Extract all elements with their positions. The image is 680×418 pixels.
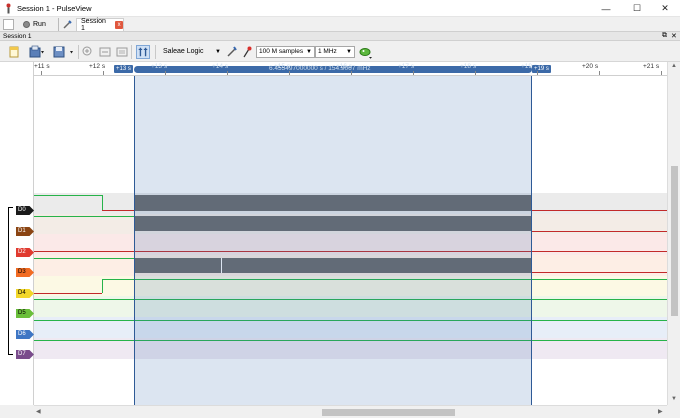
ruler-tick-label: +18 s: [460, 63, 477, 70]
signal-d4-edge: [102, 279, 103, 293]
new-view-icon[interactable]: [8, 45, 20, 59]
chevron-down-icon: ▼: [215, 49, 221, 55]
main-toolbar: Saleae Logic ▼ 100 M samples ▼ 1 MHz ▼: [0, 42, 680, 62]
samplerate-select[interactable]: 1 MHz ▼: [315, 46, 355, 58]
ruler-tick: [661, 71, 662, 75]
signal-d1-high: [34, 216, 134, 217]
channel-group-bracket: [8, 207, 13, 355]
signal-d3-high: [34, 258, 134, 259]
divider: [58, 18, 59, 31]
horizontal-scroll-thumb[interactable]: [322, 409, 455, 416]
device-label: Saleae Logic: [163, 48, 204, 55]
cursor-interval-text: 6.455497000000 s / 154.9067 mHz: [269, 65, 371, 72]
ruler-tick-label: +21 s: [643, 63, 660, 70]
ruler-tick: [41, 71, 42, 75]
toolbar-divider: [131, 45, 132, 59]
sample-count-select[interactable]: 100 M samples ▼: [256, 46, 315, 58]
signal-d0-high: [34, 195, 102, 196]
channel-label-d5[interactable]: D5: [16, 309, 34, 318]
ruler-tick: [351, 71, 352, 75]
session-settings-icon[interactable]: [62, 19, 73, 30]
toolbar-divider: [78, 45, 79, 59]
signal-d1-low: [532, 231, 667, 232]
toolbar-divider: [155, 45, 156, 59]
ruler-tick: [289, 71, 290, 75]
add-decoder-icon[interactable]: [359, 45, 373, 59]
channel-label-d7[interactable]: D7: [16, 350, 34, 359]
chevron-down-icon: ▼: [346, 49, 352, 55]
channel-label-d4[interactable]: D4: [16, 289, 34, 298]
sample-count-value: 100 M samples: [259, 48, 304, 55]
minimize-button[interactable]: —: [591, 0, 621, 17]
save-icon[interactable]: [52, 45, 76, 59]
ruler-tick: [537, 71, 538, 75]
float-dock-icon[interactable]: ⧉: [662, 32, 667, 40]
zoom-fit-icon[interactable]: [116, 45, 128, 59]
maximize-button[interactable]: ☐: [622, 0, 652, 17]
device-selector[interactable]: Saleae Logic ▼: [163, 46, 223, 58]
ruler-tick-label: +12 s: [89, 63, 106, 70]
channel-label-d2[interactable]: D2: [16, 248, 34, 257]
zoom-in-icon[interactable]: [82, 45, 94, 59]
ruler-tick-label: +17 s: [398, 63, 415, 70]
toggle-sidebar-button[interactable]: [3, 19, 14, 30]
ruler-tick-label: +14 s: [212, 63, 229, 70]
channel-label-d3[interactable]: D3: [16, 268, 34, 277]
session-dock-header: Session 1 ⧉ ✕: [0, 32, 680, 41]
window-title: Session 1 - PulseView: [17, 4, 92, 13]
ruler-tick-label: +11 s: [34, 63, 50, 70]
session-tab-label: Session 1: [81, 18, 106, 32]
ruler-tick-label: +20 s: [582, 63, 599, 70]
ruler-tick: [227, 71, 228, 75]
trace-viewport[interactable]: [34, 76, 667, 405]
scroll-up-icon[interactable]: ▲: [671, 63, 677, 69]
run-label: Run: [33, 21, 46, 28]
signal-d0-low: [102, 210, 134, 211]
close-dock-icon[interactable]: ✕: [671, 32, 677, 40]
cursor-icon[interactable]: [136, 45, 150, 59]
probe-config-icon[interactable]: [226, 45, 238, 59]
signal-d0-edge: [102, 195, 103, 210]
signal-d3-low: [532, 272, 667, 273]
chevron-down-icon: ▼: [306, 49, 312, 55]
open-icon[interactable]: [29, 45, 45, 59]
run-indicator-icon: [23, 21, 30, 28]
pulseview-logo-icon: [6, 3, 11, 14]
cursor-left-label[interactable]: +13 s: [114, 65, 133, 73]
time-ruler[interactable]: +11 s +12 s +13 s +14 s +15 s +16 s +17 …: [34, 62, 667, 76]
tab-session-1[interactable]: Session 1 x: [76, 18, 124, 32]
main-tab-strip: Run Session 1 x: [0, 17, 680, 32]
ruler-tick: [475, 71, 476, 75]
trigger-icon[interactable]: [241, 45, 253, 59]
vertical-scroll-thumb[interactable]: [671, 166, 678, 316]
samplerate-value: 1 MHz: [318, 48, 337, 55]
ruler-tick: [599, 71, 600, 75]
channel-header-panel: D0 D1 D2 D3 D4 D5 D6 D7: [0, 62, 34, 405]
zoom-out-icon[interactable]: [99, 45, 111, 59]
cursor-right-label[interactable]: +19 s: [532, 65, 551, 73]
ruler-tick: [413, 71, 414, 75]
vertical-scrollbar[interactable]: ▲ ▼: [667, 62, 680, 405]
scroll-down-icon[interactable]: ▼: [671, 396, 677, 402]
close-tab-icon[interactable]: x: [115, 21, 123, 29]
ruler-tick: [165, 71, 166, 75]
run-button[interactable]: Run: [20, 18, 54, 31]
cursor-selection-region[interactable]: [134, 76, 532, 405]
session-dock-title: Session 1: [3, 33, 32, 40]
channel-label-d6[interactable]: D6: [16, 330, 34, 339]
signal-d4-low: [34, 293, 102, 294]
title-bar: Session 1 - PulseView — ☐ ✕: [0, 0, 680, 17]
ruler-tick: [103, 71, 104, 75]
close-window-button[interactable]: ✕: [650, 0, 680, 17]
ruler-tick-label: +13 s: [151, 63, 168, 70]
scroll-left-icon[interactable]: ◀: [36, 408, 41, 415]
scroll-right-icon[interactable]: ▶: [658, 408, 663, 415]
channel-label-d1[interactable]: D1: [16, 227, 34, 236]
signal-d0-low: [532, 210, 667, 211]
horizontal-scrollbar[interactable]: ◀ ▶: [34, 405, 667, 418]
channel-label-d0[interactable]: D0: [16, 206, 34, 215]
